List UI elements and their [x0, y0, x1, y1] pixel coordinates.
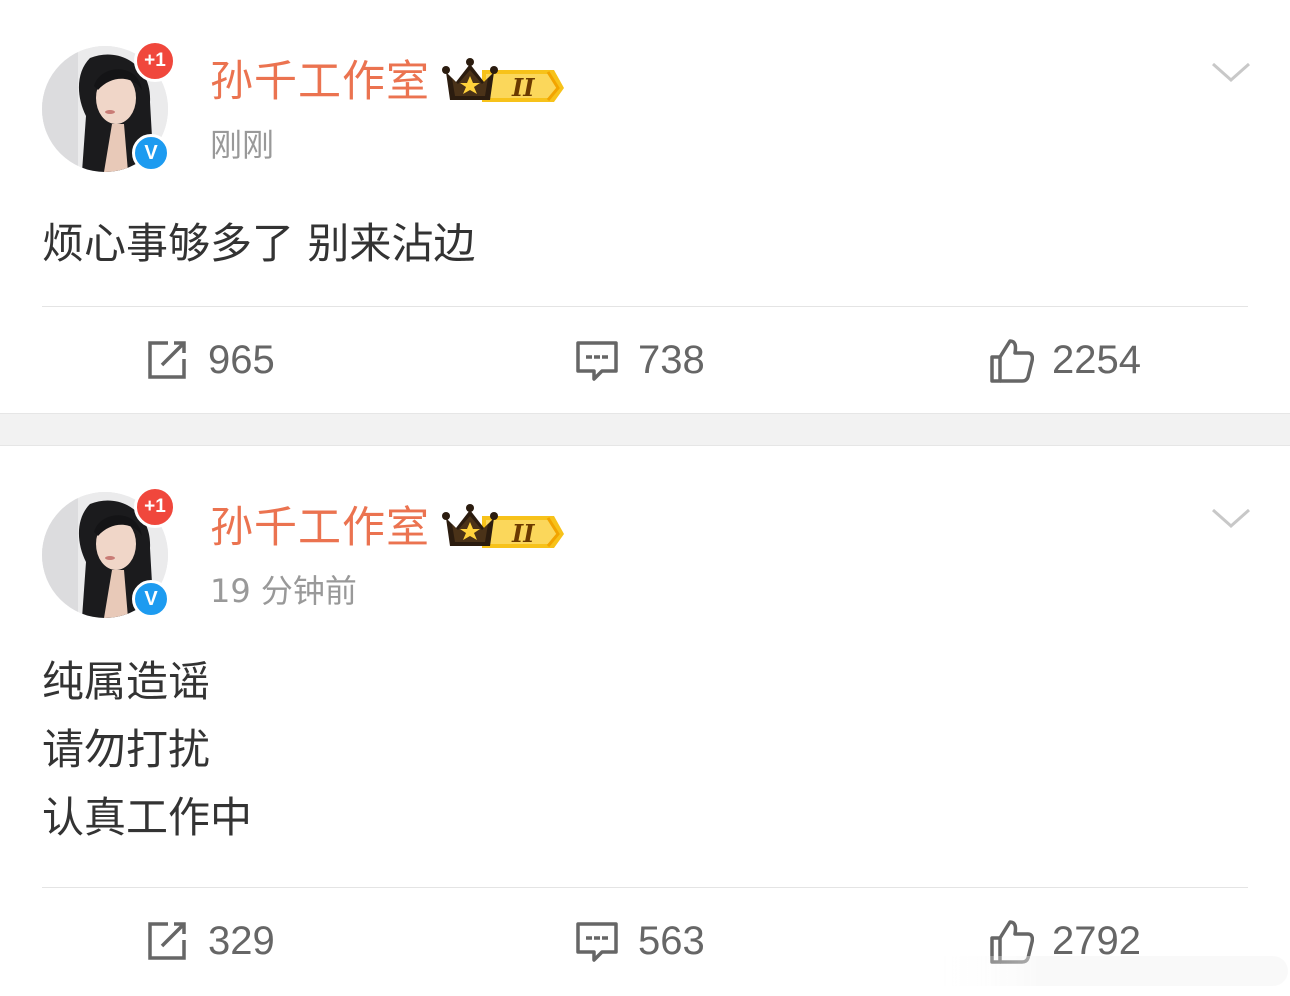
plus-one-badge: +1: [134, 486, 176, 528]
crown-icon[interactable]: II: [442, 58, 564, 106]
comment-count: 563: [638, 918, 705, 963]
repost-count: 329: [208, 918, 275, 963]
comment-icon: [576, 341, 618, 381]
content-line: 认真工作中: [42, 793, 253, 842]
repost-button[interactable]: 329: [144, 911, 275, 971]
repost-button[interactable]: 965: [144, 330, 275, 390]
comment-button[interactable]: 738: [574, 330, 705, 390]
author-name[interactable]: 孙千工作室: [210, 500, 430, 556]
post-content: 纯属造谣 请勿打扰 认真工作中: [42, 648, 252, 852]
comment-button[interactable]: 563: [574, 911, 705, 971]
like-count: 2254: [1052, 337, 1141, 382]
post-separator: [0, 413, 1290, 446]
post-content: 烦心事够多了 别来沾边: [42, 210, 475, 278]
chevron-down-icon[interactable]: [1210, 58, 1252, 88]
post-time: 刚刚: [210, 126, 275, 164]
verified-icon: V: [132, 580, 170, 618]
like-button[interactable]: 2254: [988, 330, 1141, 390]
member-level: II: [511, 519, 535, 548]
comment-count: 738: [638, 337, 705, 382]
author-avatar[interactable]: +1 V: [42, 486, 176, 618]
verified-icon: V: [132, 134, 170, 172]
author-avatar[interactable]: +1 V: [42, 40, 176, 172]
member-level: II: [511, 73, 535, 102]
weibo-post-2[interactable]: +1 V 孙千工作室 II 19 分钟前 纯属造谣 请勿打扰 认真工作中 329: [0, 446, 1290, 996]
comment-icon: [576, 922, 618, 962]
action-bar: 965 738 2254: [0, 330, 1290, 390]
weibo-post-1[interactable]: +1 V 孙千工作室 II 刚刚 烦心事够多了 别来沾边 965 738 225…: [0, 0, 1290, 413]
divider: [42, 306, 1248, 307]
post-time: 19 分钟前: [210, 572, 357, 610]
author-name[interactable]: 孙千工作室: [210, 54, 430, 110]
content-line: 纯属造谣: [42, 657, 211, 706]
repost-icon: [148, 922, 186, 960]
watermark-overlay: [928, 956, 1288, 986]
thumbs-up-icon: [990, 339, 1034, 383]
plus-one-badge: +1: [134, 40, 176, 82]
repost-icon: [148, 341, 186, 379]
chevron-down-icon[interactable]: [1210, 504, 1252, 534]
repost-count: 965: [208, 337, 275, 382]
divider: [42, 887, 1248, 888]
content-line: 请勿打扰: [42, 725, 211, 774]
content-line: 烦心事够多了 别来沾边: [42, 219, 476, 268]
crown-icon[interactable]: II: [442, 504, 564, 552]
